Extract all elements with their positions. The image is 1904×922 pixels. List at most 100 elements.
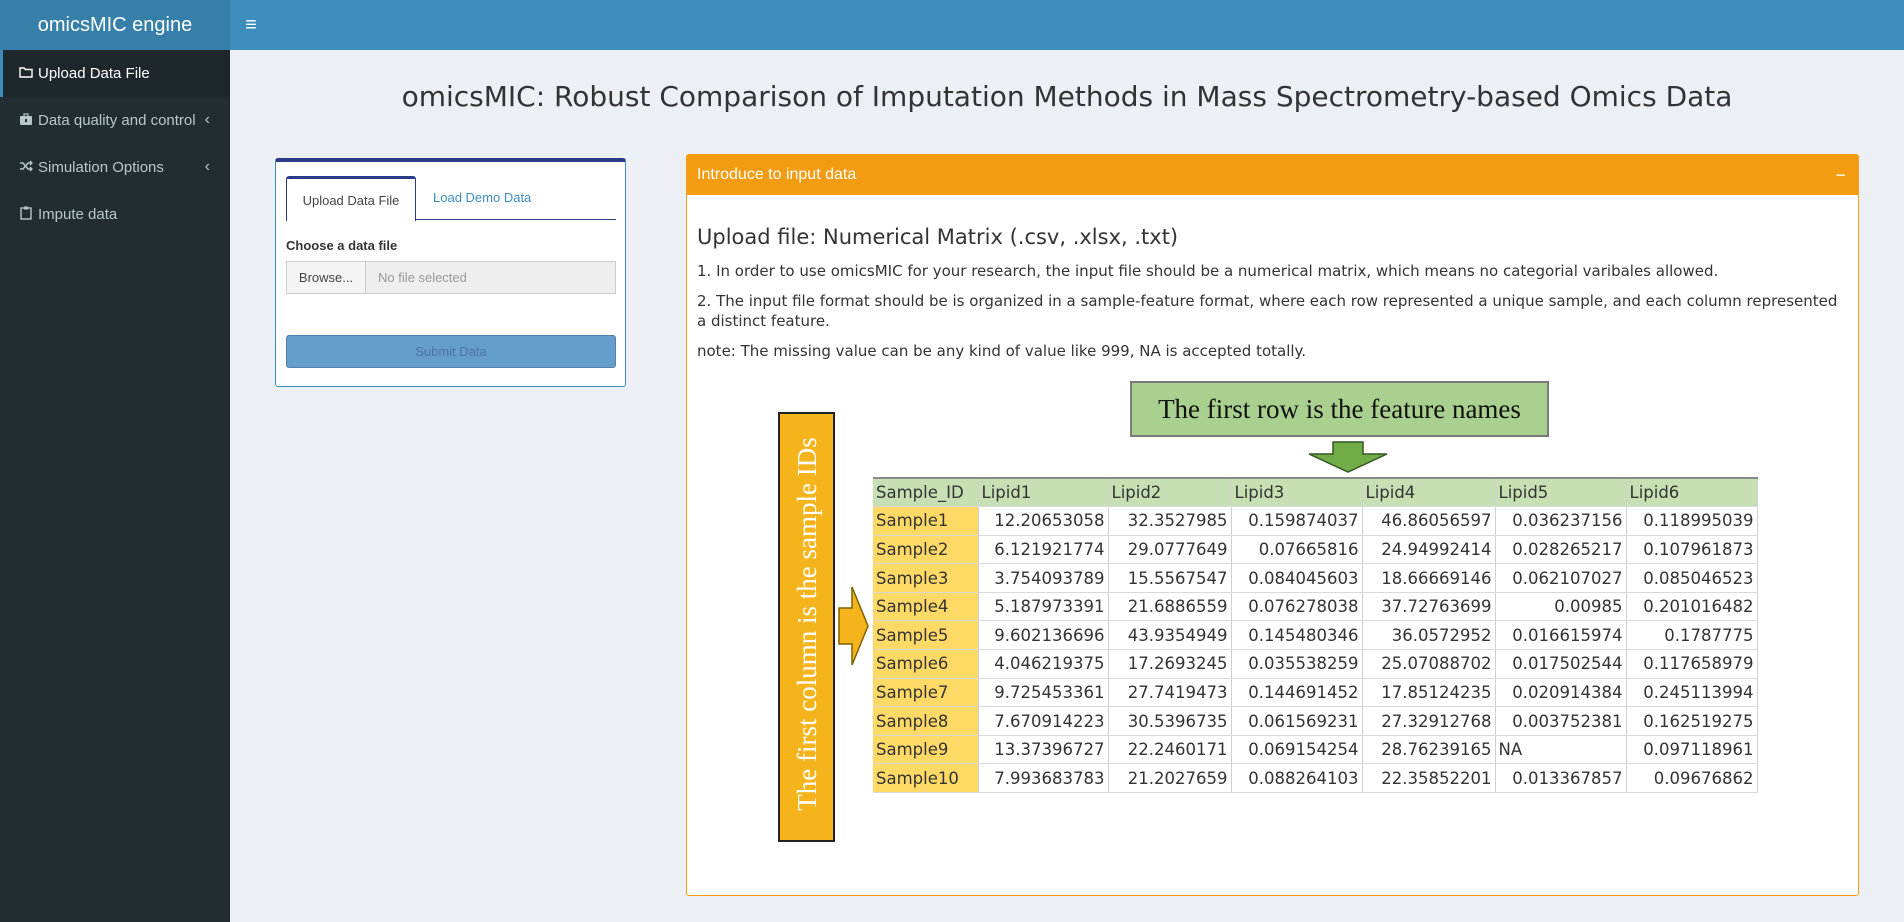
sample-id-cell: Sample6 <box>873 649 979 679</box>
table-cell: 0.036237156 <box>1495 506 1627 536</box>
app-logo[interactable]: omicsMIC engine <box>0 0 230 50</box>
table-cell: 9.725453361 <box>978 678 1109 708</box>
table-cell: 3.754093789 <box>978 563 1109 593</box>
table-header-cell: Lipid1 <box>978 477 1109 508</box>
sidebar-item-label: Upload Data File <box>38 65 150 82</box>
table-cell: 0.088264103 <box>1231 763 1363 794</box>
table-row: Sample3 3.754093789 15.5567547 0.084045603 1… <box>873 563 1758 593</box>
table-header-row: Sample_ID Lipid1 Lipid2 Lipid3 Lipid4 Li… <box>873 477 1758 508</box>
table-cell: 46.86056597 <box>1362 506 1496 536</box>
table-cell: 7.670914223 <box>978 706 1109 736</box>
hamburger-icon[interactable]: ≡ <box>238 12 264 38</box>
sidebar-item-simulation-options[interactable]: Simulation Options ‹ <box>0 144 230 191</box>
sidebar: Upload Data File Data quality and contro… <box>0 50 230 922</box>
table-cell: 0.245113994 <box>1626 678 1758 708</box>
table-cell: 24.94992414 <box>1362 535 1496 565</box>
browse-button[interactable]: Browse... <box>287 262 366 293</box>
table-cell: 0.00985 <box>1495 592 1627 622</box>
table-cell: 15.5567547 <box>1108 563 1232 593</box>
sidebar-item-data-quality[interactable]: Data quality and control ‹ <box>0 97 230 144</box>
table-cell: 0.097118961 <box>1626 735 1758 765</box>
table-cell: 22.35852201 <box>1362 763 1496 794</box>
feature-names-label: The first row is the feature names <box>1130 381 1549 437</box>
sample-id-cell: Sample3 <box>873 563 979 593</box>
sample-id-cell: Sample7 <box>873 678 979 708</box>
table-cell: 0.144691452 <box>1231 678 1363 708</box>
table-cell: 0.016615974 <box>1495 620 1627 651</box>
table-cell: 0.201016482 <box>1626 592 1758 622</box>
sidebar-item-upload-data-file[interactable]: Upload Data File <box>0 50 230 97</box>
intro-box-header: Introduce to input data − <box>687 155 1858 195</box>
table-cell: 0.145480346 <box>1231 620 1363 651</box>
table-cell: 0.069154254 <box>1231 735 1363 765</box>
sample-ids-label: The first column is the sample IDs <box>792 437 822 811</box>
intro-box-title: Introduce to input data <box>697 166 857 183</box>
chevron-left-icon: ‹ <box>204 158 210 175</box>
sidebar-item-label: Simulation Options <box>38 159 164 176</box>
table-row: Sample7 9.725453361 27.7419473 0.144691452 1… <box>873 678 1758 708</box>
table-cell: NA <box>1495 735 1627 765</box>
instruction-paragraph-1: 1. In order to use omicsMIC for your res… <box>697 262 1719 280</box>
table-row: Sample9 13.37396727 22.2460171 0.069154254 2… <box>873 735 1758 765</box>
chevron-left-icon: ‹ <box>204 111 210 128</box>
table-row: Sample6 4.046219375 17.2693245 0.035538259 2… <box>873 649 1758 679</box>
clipboard-icon <box>18 206 34 223</box>
choose-file-label: Choose a data file <box>286 238 398 253</box>
upload-box: Upload Data File Load Demo Data Choose a… <box>275 158 626 387</box>
shuffle-icon <box>18 160 34 175</box>
table-cell: 7.993683783 <box>978 763 1109 794</box>
table-body: Sample1 12.20653058 32.3527985 0.159874037 4… <box>873 506 1758 794</box>
sample-id-cell: Sample2 <box>873 535 979 565</box>
table-cell: 30.5396735 <box>1108 706 1232 736</box>
table-cell: 4.046219375 <box>978 649 1109 679</box>
table-row: Sample10 7.993683783 21.2027659 0.088264103… <box>873 763 1758 794</box>
tab-load-demo-data[interactable]: Load Demo Data <box>433 176 531 221</box>
table-row: Sample1 12.20653058 32.3527985 0.159874037 4… <box>873 506 1758 536</box>
right-arrow-icon <box>838 586 869 666</box>
table-cell: 36.0572952 <box>1362 620 1496 651</box>
table-cell: 21.6886559 <box>1108 592 1232 622</box>
table-cell: 0.162519275 <box>1626 706 1758 736</box>
top-header: omicsMIC engine ≡ <box>0 0 1904 50</box>
toolbox-icon <box>18 112 34 129</box>
table-cell: 37.72763699 <box>1362 592 1496 622</box>
table-cell: 0.020914384 <box>1495 678 1627 708</box>
sidebar-item-label: Data quality and control <box>38 112 196 129</box>
table-cell: 12.20653058 <box>978 506 1109 536</box>
table-cell: 43.9354949 <box>1108 620 1232 651</box>
collapse-button[interactable]: − <box>1835 155 1846 195</box>
table-cell: 25.07088702 <box>1362 649 1496 679</box>
table-cell: 0.061569231 <box>1231 706 1363 736</box>
tab-upload-data-file[interactable]: Upload Data File <box>286 176 416 221</box>
table-cell: 0.09676862 <box>1626 763 1758 794</box>
table-cell: 0.028265217 <box>1495 535 1627 565</box>
table-header-cell: Lipid2 <box>1108 477 1232 508</box>
table-cell: 27.32912768 <box>1362 706 1496 736</box>
table-cell: 29.0777649 <box>1108 535 1232 565</box>
table-cell: 0.003752381 <box>1495 706 1627 736</box>
table-cell: 13.37396727 <box>978 735 1109 765</box>
sample-id-cell: Sample10 <box>873 763 979 794</box>
table-cell: 17.85124235 <box>1362 678 1496 708</box>
file-name-display[interactable]: No file selected <box>366 262 615 293</box>
table-cell: 0.035538259 <box>1231 649 1363 679</box>
upload-tabs: Upload Data File Load Demo Data <box>286 176 616 221</box>
table-cell: 32.3527985 <box>1108 506 1232 536</box>
example-data-table: Sample_ID Lipid1 Lipid2 Lipid3 Lipid4 Li… <box>873 477 1758 794</box>
table-cell: 0.118995039 <box>1626 506 1758 536</box>
sample-id-cell: Sample4 <box>873 592 979 622</box>
table-cell: 18.66669146 <box>1362 563 1496 593</box>
table-cell: 17.2693245 <box>1108 649 1232 679</box>
intro-box: Introduce to input data − Upload file: N… <box>686 154 1859 896</box>
sidebar-item-impute-data[interactable]: Impute data <box>0 191 230 238</box>
table-cell: 0.076278038 <box>1231 592 1363 622</box>
sample-id-cell: Sample1 <box>873 506 979 536</box>
table-cell: 0.07665816 <box>1231 535 1363 565</box>
folder-icon <box>18 66 34 81</box>
file-input[interactable]: Browse... No file selected <box>286 261 616 294</box>
table-row: Sample8 7.670914223 30.5396735 0.061569231 2… <box>873 706 1758 736</box>
sidebar-item-label: Impute data <box>38 206 118 223</box>
submit-data-button[interactable]: Submit Data <box>286 335 616 368</box>
table-cell: 0.013367857 <box>1495 763 1627 794</box>
sample-id-cell: Sample9 <box>873 735 979 765</box>
